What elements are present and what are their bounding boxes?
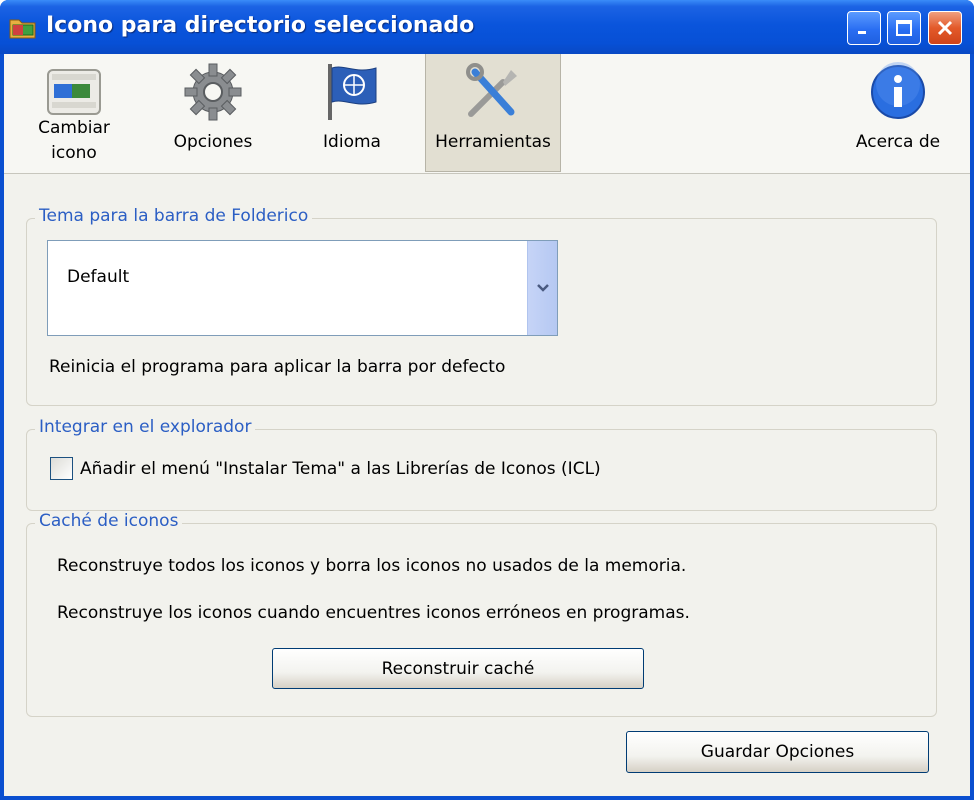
tool-label: Herramientas [435,132,551,152]
rebuild-cache-button[interactable]: Reconstruir caché [272,648,644,689]
chevron-down-icon [536,284,549,292]
cache-description-1: Reconstruye todos los iconos y borra los… [57,556,687,576]
theme-group-title: Tema para la barra de Folderico [35,206,313,226]
window-title: Icono para directorio seleccionado [46,13,475,38]
minimize-icon [858,31,866,34]
tool-label: Cambiar icono [38,118,110,163]
app-window: Icono para directorio seleccionado Cambi… [0,0,974,800]
explorer-group-title: Integrar en el explorador [35,417,256,437]
theme-select[interactable]: Default [47,240,558,336]
gear-icon [184,63,242,121]
install-theme-label[interactable]: Añadir el menú "Instalar Tema" a las Lib… [80,459,601,479]
toolbar: Cambiar icono Opciones Idioma Herramient… [4,54,970,174]
cache-group-title: Caché de iconos [35,511,183,531]
client-area: Cambiar icono Opciones Idioma Herramient… [4,54,970,796]
maximize-icon [896,20,912,36]
tool-label: Opciones [173,132,253,152]
save-options-button[interactable]: Guardar Opciones [626,731,929,773]
maximize-button[interactable] [887,11,921,45]
cache-description-2: Reconstruye los iconos cuando encuentres… [57,603,690,623]
theme-note: Reinicia el programa para aplicar la bar… [49,357,506,377]
tool-label: Acerca de [855,132,941,152]
tools-icon [466,63,517,117]
close-button[interactable] [928,11,962,45]
theme-dropdown-button[interactable] [527,241,557,335]
install-theme-checkbox[interactable] [50,457,73,480]
tool-opciones[interactable]: Opciones [145,54,281,172]
change-icon-icon [47,69,101,115]
close-icon [937,20,953,36]
info-icon [871,62,925,119]
minimize-button[interactable] [847,11,881,45]
tool-herramientas[interactable]: Herramientas [425,54,561,172]
folder-icon [9,19,36,39]
tool-cambiar-icono[interactable]: Cambiar icono [6,54,142,172]
tool-label: Idioma [323,132,381,152]
theme-select-value: Default [67,267,130,287]
tool-acerca-de[interactable]: Acerca de [830,54,966,172]
title-bar[interactable]: Icono para directorio seleccionado [0,0,974,54]
globe-flag-icon [328,64,377,120]
tool-idioma[interactable]: Idioma [284,54,420,172]
